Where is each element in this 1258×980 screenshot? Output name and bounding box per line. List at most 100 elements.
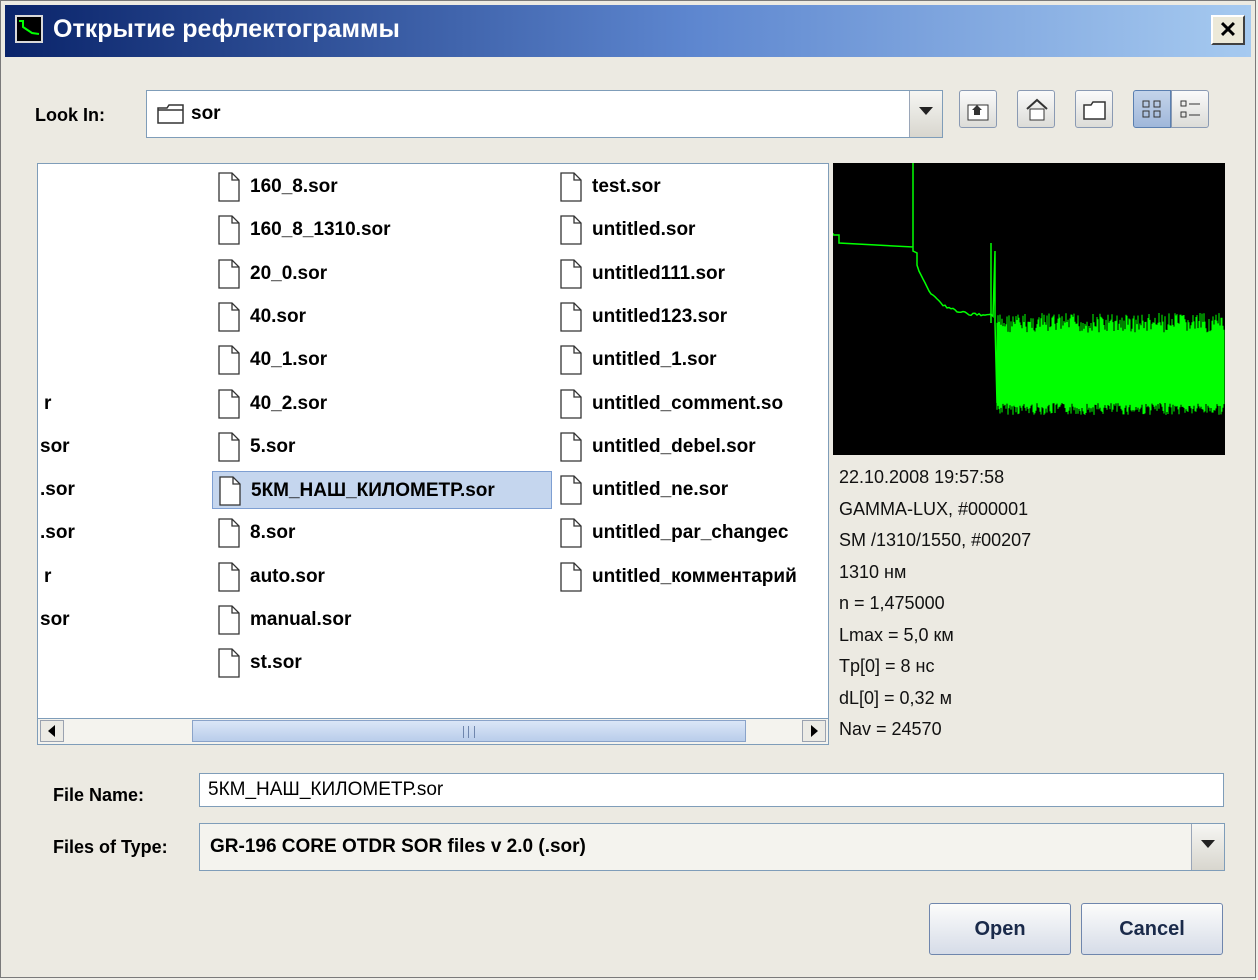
title-bar: Открытие рефлектограммы ✕	[5, 5, 1251, 57]
file-item-label: manual.sor	[250, 609, 351, 631]
trace-info-line: GAMMA-LUX, #000001	[839, 499, 1028, 520]
window-title: Открытие рефлектограммы	[53, 15, 400, 44]
file-item[interactable]: untitled_par_changec	[554, 514, 829, 552]
file-icon	[560, 259, 582, 289]
file-icon	[218, 432, 240, 462]
file-type-dropdown-arrow[interactable]	[1191, 824, 1224, 870]
list-view-button[interactable]	[1133, 90, 1171, 128]
file-name-input[interactable]	[199, 773, 1224, 807]
file-item[interactable]: 40_2.sor	[212, 385, 552, 423]
file-item[interactable]: 40.sor	[212, 298, 552, 336]
trace-line	[833, 163, 999, 403]
file-item[interactable]: 5КМ_НАШ_КИЛОМЕТР.sor	[212, 471, 552, 509]
file-icon	[560, 432, 582, 462]
home-icon	[1024, 97, 1050, 123]
file-item[interactable]: 8.sor	[212, 514, 552, 552]
trace-info-line: Lmax = 5,0 км	[839, 625, 954, 646]
file-item-label: untitled_debel.sor	[592, 436, 756, 458]
file-name-fragment[interactable]: r	[44, 393, 51, 415]
file-item[interactable]: auto.sor	[212, 558, 552, 596]
file-item[interactable]: untitled_comment.so	[554, 385, 829, 423]
look-in-label: Look In:	[35, 105, 105, 126]
up-one-level-button[interactable]	[959, 90, 997, 128]
scrollbar-thumb[interactable]	[192, 720, 746, 742]
file-item-label: untitled.sor	[592, 219, 695, 241]
file-item[interactable]: untitled_ne.sor	[554, 471, 829, 509]
file-item[interactable]: test.sor	[554, 168, 829, 206]
close-button[interactable]: ✕	[1211, 15, 1245, 45]
file-item[interactable]: manual.sor	[212, 601, 552, 639]
file-item[interactable]: untitled111.sor	[554, 255, 829, 293]
file-icon	[218, 648, 240, 678]
file-name-fragment[interactable]: .sor	[40, 522, 75, 544]
file-item-label: untitled111.sor	[592, 263, 725, 285]
file-icon	[219, 476, 241, 506]
file-item[interactable]: 160_8_1310.sor	[212, 211, 552, 249]
home-button[interactable]	[1017, 90, 1055, 128]
file-icon	[560, 215, 582, 245]
arrow-left-icon	[41, 721, 63, 741]
file-item-label: auto.sor	[250, 566, 325, 588]
file-icon	[218, 215, 240, 245]
look-in-combo[interactable]: sor	[146, 90, 943, 138]
look-in-value: sor	[191, 103, 221, 125]
file-icon	[218, 518, 240, 548]
file-item-label: untitled_ne.sor	[592, 479, 728, 501]
file-icon	[560, 389, 582, 419]
file-icon	[560, 562, 582, 592]
file-item-label: 20_0.sor	[250, 263, 327, 285]
file-item-label: 160_8_1310.sor	[250, 219, 391, 241]
file-item-label: 5.sor	[250, 436, 295, 458]
file-item[interactable]: 160_8.sor	[212, 168, 552, 206]
file-item[interactable]: untitled_debel.sor	[554, 428, 829, 466]
look-in-dropdown-arrow[interactable]	[909, 91, 942, 137]
file-item-label: test.sor	[592, 176, 661, 198]
trace-noise	[997, 313, 1224, 415]
horizontal-scrollbar[interactable]	[37, 719, 829, 745]
file-type-value: GR-196 CORE OTDR SOR files v 2.0 (.sor)	[210, 836, 586, 858]
file-icon	[560, 302, 582, 332]
file-item[interactable]: 40_1.sor	[212, 341, 552, 379]
file-item-label: 40_2.sor	[250, 393, 327, 415]
file-name-fragment[interactable]: sor	[40, 609, 70, 631]
file-name-fragment[interactable]: r	[44, 566, 51, 588]
file-item[interactable]: 5.sor	[212, 428, 552, 466]
file-icon	[560, 172, 582, 202]
up-one-level-icon	[966, 97, 992, 123]
file-icon	[560, 475, 582, 505]
new-folder-button[interactable]	[1075, 90, 1113, 128]
file-name-fragment[interactable]: sor	[40, 436, 70, 458]
file-icon	[560, 345, 582, 375]
details-view-button[interactable]	[1171, 90, 1209, 128]
cancel-button[interactable]: Cancel	[1081, 903, 1223, 955]
file-icon	[218, 302, 240, 332]
open-button[interactable]: Open	[929, 903, 1071, 955]
file-icon	[218, 562, 240, 592]
file-item[interactable]: untitled.sor	[554, 211, 829, 249]
file-item-label: untitled_комментарий	[592, 566, 797, 588]
file-icon	[560, 518, 582, 548]
file-item[interactable]: untitled_комментарий	[554, 558, 829, 596]
file-item[interactable]: untitled123.sor	[554, 298, 829, 336]
folder-icon	[157, 103, 185, 130]
file-item-label: 160_8.sor	[250, 176, 338, 198]
file-item-label: 40.sor	[250, 306, 306, 328]
file-item[interactable]: untitled_1.sor	[554, 341, 829, 379]
file-item-label: untitled_par_changec	[592, 522, 788, 544]
scroll-right-button[interactable]	[802, 720, 826, 742]
close-icon: ✕	[1219, 17, 1237, 42]
arrow-right-icon	[803, 721, 825, 741]
trace-info-line: dL[0] = 0,32 м	[839, 688, 952, 709]
file-type-combo[interactable]: GR-196 CORE OTDR SOR files v 2.0 (.sor)	[199, 823, 1225, 871]
file-icon	[218, 389, 240, 419]
file-open-dialog: Открытие рефлектограммы ✕ Look In: sor r…	[0, 0, 1256, 978]
file-item-label: 8.sor	[250, 522, 295, 544]
file-icon	[218, 345, 240, 375]
file-name-fragment[interactable]: .sor	[40, 479, 75, 501]
file-item[interactable]: st.sor	[212, 644, 552, 682]
file-item-label: untitled_comment.so	[592, 393, 783, 415]
file-item[interactable]: 20_0.sor	[212, 255, 552, 293]
scroll-left-button[interactable]	[40, 720, 64, 742]
file-icon	[218, 172, 240, 202]
file-list[interactable]: r sor .sor .sor r sor 160_8.sor 160_8_1310.sor 2…	[37, 163, 829, 719]
